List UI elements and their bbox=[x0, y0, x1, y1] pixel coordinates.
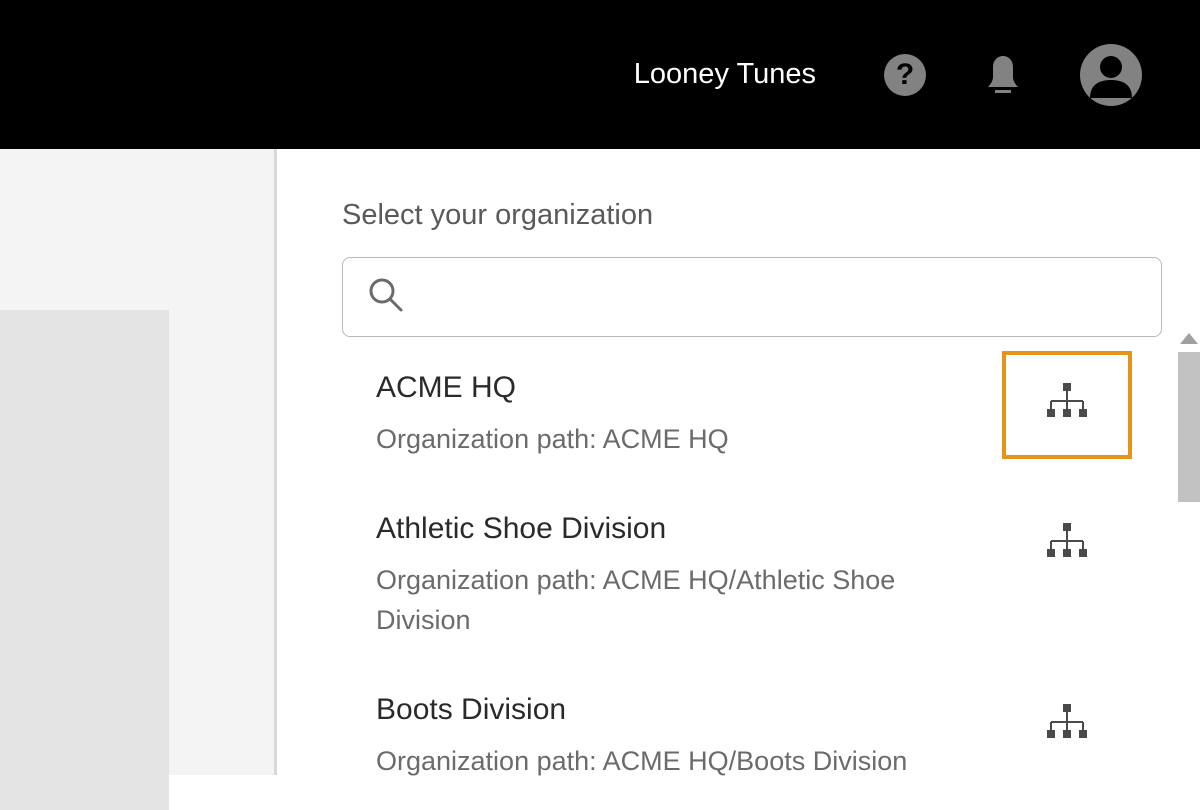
svg-text:?: ? bbox=[896, 58, 914, 91]
org-path: Organization path: ACME HQ bbox=[376, 419, 936, 460]
org-name: ACME HQ bbox=[376, 371, 1002, 405]
help-icon[interactable]: ? bbox=[884, 54, 926, 96]
org-list: ACME HQ Organization path: ACME HQ bbox=[342, 343, 1132, 805]
hierarchy-button[interactable] bbox=[1002, 351, 1132, 459]
notifications-icon[interactable] bbox=[982, 53, 1024, 97]
org-path: Organization path: ACME HQ/Athletic Shoe… bbox=[376, 560, 936, 641]
sidebar-accent-block bbox=[0, 310, 169, 810]
scrollbar[interactable] bbox=[1177, 333, 1200, 773]
org-item[interactable]: ACME HQ Organization path: ACME HQ bbox=[342, 343, 1132, 484]
hierarchy-button[interactable] bbox=[1002, 492, 1132, 600]
search-icon bbox=[367, 276, 405, 319]
org-search-box[interactable] bbox=[342, 257, 1162, 337]
org-name: Athletic Shoe Division bbox=[376, 512, 1002, 546]
hierarchy-button[interactable] bbox=[1002, 673, 1132, 781]
section-title: Select your organization bbox=[342, 199, 1165, 232]
top-header: Looney Tunes ? bbox=[0, 0, 1200, 149]
org-name: Boots Division bbox=[376, 693, 1002, 727]
org-search-input[interactable] bbox=[421, 284, 1161, 310]
org-switcher-title[interactable]: Looney Tunes bbox=[634, 58, 816, 91]
org-item[interactable]: Athletic Shoe Division Organization path… bbox=[342, 484, 1132, 665]
left-sidebar bbox=[0, 149, 277, 775]
scroll-thumb[interactable] bbox=[1178, 352, 1200, 502]
org-item[interactable]: Boots Division Organization path: ACME H… bbox=[342, 665, 1132, 806]
hierarchy-icon bbox=[1045, 381, 1089, 430]
main-panel: Select your organization ACME HQ Organiz… bbox=[277, 149, 1200, 775]
hierarchy-icon bbox=[1045, 521, 1089, 570]
avatar-icon[interactable] bbox=[1080, 44, 1142, 106]
hierarchy-icon bbox=[1045, 702, 1089, 751]
scroll-up-arrow-icon[interactable] bbox=[1180, 333, 1198, 344]
